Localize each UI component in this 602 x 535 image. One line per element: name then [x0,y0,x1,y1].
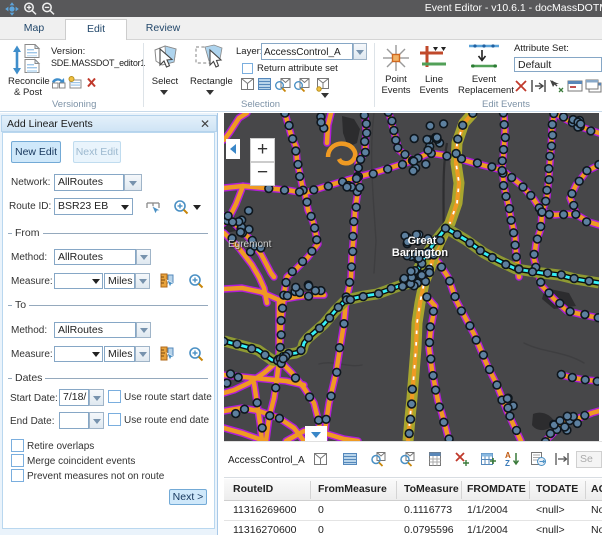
svg-text:Great: Great [408,235,437,247]
svg-text:Barrington: Barrington [392,247,449,259]
svg-text:Egremont: Egremont [228,239,272,250]
svg-text:Z: Z [505,459,510,467]
